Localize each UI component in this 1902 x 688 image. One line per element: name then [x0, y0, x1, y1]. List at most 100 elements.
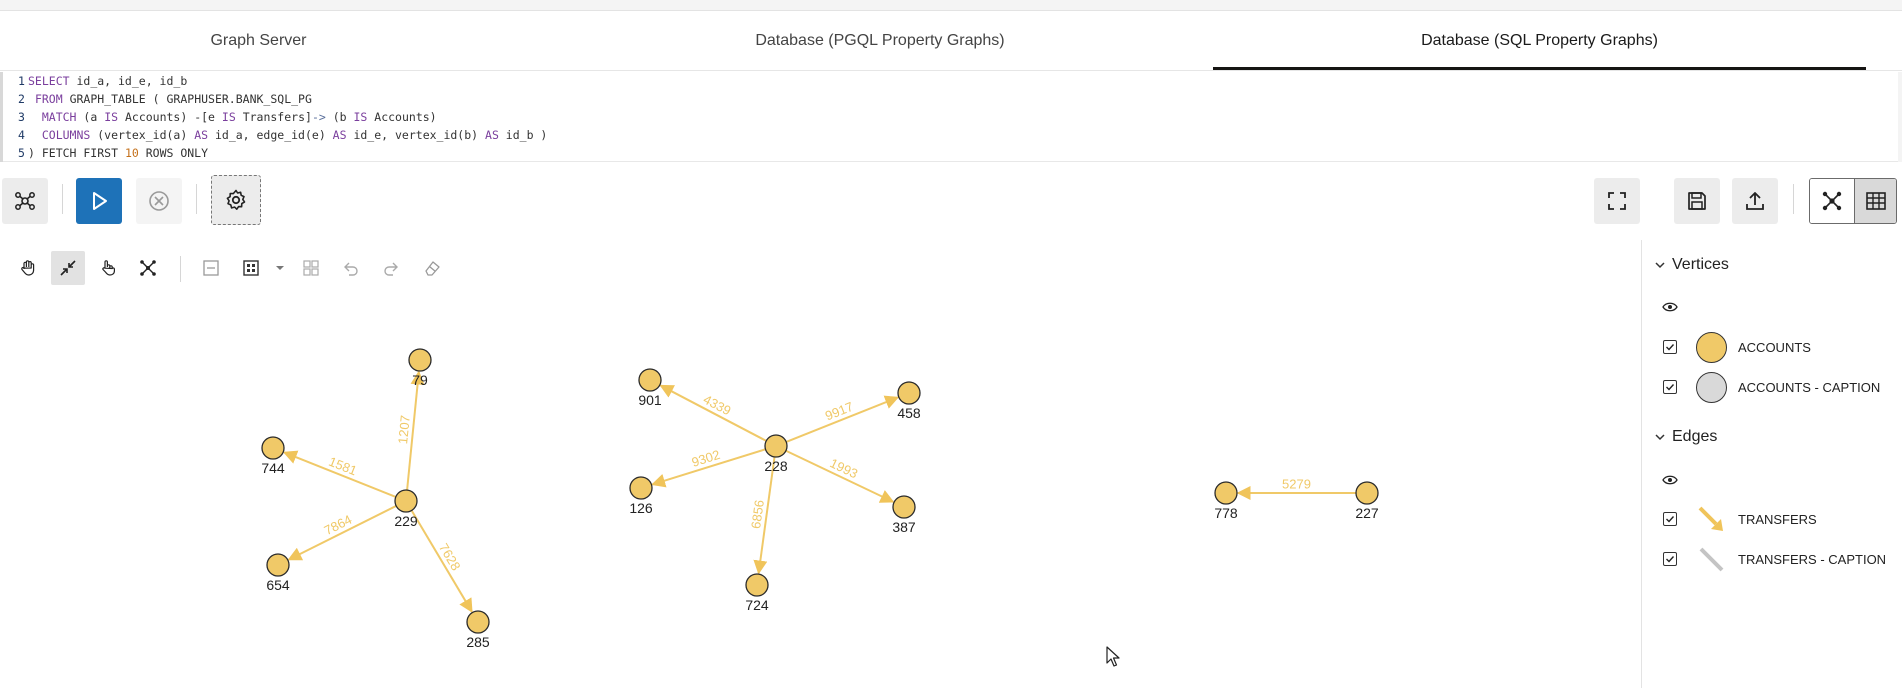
- legend-panel: Vertices ACCOUNTS ACCOUNTS - CAPTION Edg…: [1641, 240, 1902, 688]
- graph-schema-icon: [15, 192, 35, 210]
- eye-icon: [1662, 302, 1678, 312]
- vertex-458[interactable]: [897, 381, 921, 405]
- vertex-label: 387: [892, 519, 916, 535]
- toolbar-divider: [62, 184, 63, 214]
- edge-label: 1207: [395, 414, 413, 444]
- fullscreen-button[interactable]: [1594, 178, 1640, 224]
- vertex-654[interactable]: [266, 553, 290, 577]
- vertex-label: 229: [394, 513, 418, 529]
- toolbar-divider: [196, 184, 197, 214]
- export-button[interactable]: [1732, 178, 1778, 224]
- run-query-button[interactable]: [76, 178, 122, 224]
- tab-pgql-property-graphs[interactable]: Database (PGQL Property Graphs): [630, 11, 1130, 71]
- check-icon: [1666, 384, 1675, 391]
- table-view-button[interactable]: [1854, 179, 1896, 223]
- edges-section-header[interactable]: Edges: [1654, 428, 1717, 446]
- accounts-caption-label: ACCOUNTS - CAPTION: [1738, 379, 1881, 395]
- vertex-label: 228: [764, 458, 788, 474]
- vertex-label: 901: [638, 392, 662, 408]
- vertex-387[interactable]: [892, 495, 916, 519]
- vertex-label: 126: [629, 500, 653, 516]
- vertex-label: 79: [412, 372, 428, 388]
- graph-schema-button[interactable]: [2, 178, 48, 224]
- edges-visibility-toggle[interactable]: [1662, 474, 1678, 486]
- vertex-79[interactable]: [408, 348, 432, 372]
- active-tab-indicator: [1213, 67, 1866, 70]
- view-toggle: [1809, 178, 1897, 224]
- vertex-label: 744: [261, 460, 285, 476]
- legend-item-transfers-caption: TRANSFERS - CAPTION: [1663, 541, 1886, 577]
- vertices-visibility-toggle[interactable]: [1662, 301, 1678, 313]
- check-icon: [1666, 344, 1675, 351]
- accounts-caption-checkbox[interactable]: [1663, 380, 1677, 394]
- vertex-724[interactable]: [745, 573, 769, 597]
- legend-item-accounts-caption: ACCOUNTS - CAPTION: [1663, 369, 1880, 405]
- vertex-228[interactable]: [764, 434, 788, 458]
- code-line-5: 5) FETCH FIRST 10 ROWS ONLY: [18, 146, 209, 160]
- save-button[interactable]: [1674, 178, 1720, 224]
- transfers-caption-label: TRANSFERS - CAPTION: [1738, 551, 1887, 567]
- vertex-285[interactable]: [466, 610, 490, 634]
- query-editor[interactable]: 1 SELECT id_a, id_e, id_b 2 FROM GRAPH_TA…: [0, 72, 1898, 162]
- tab-bar: Graph Server Database (PGQL Property Gra…: [0, 11, 1902, 71]
- vertex-229[interactable]: [394, 489, 418, 513]
- accounts-swatch: [1696, 331, 1727, 363]
- vertex-744[interactable]: [261, 436, 285, 460]
- save-icon: [1688, 192, 1706, 210]
- transfers-caption-swatch: [1699, 547, 1724, 571]
- editor-scrollbar[interactable]: [1898, 72, 1902, 162]
- toolbar-divider: [1793, 184, 1794, 214]
- code-line-1: 1 SELECT id_a, id_e, id_b: [18, 74, 188, 88]
- chevron-down-icon: [1655, 434, 1665, 441]
- edge-label: 6856: [748, 499, 767, 530]
- vertex-label: 778: [1214, 505, 1238, 521]
- edge-label: 9302: [690, 447, 722, 470]
- upload-icon: [1746, 192, 1764, 210]
- vertex-label: 654: [266, 577, 290, 593]
- graph-svg: 12071581786476284339 99179302 199368565279…: [261, 348, 1379, 650]
- chevron-down-icon: [1655, 262, 1665, 269]
- eye-icon: [1662, 475, 1678, 485]
- accounts-checkbox[interactable]: [1663, 340, 1677, 354]
- vertex-label: 458: [897, 405, 921, 421]
- settings-button[interactable]: [211, 175, 261, 225]
- vertex-227[interactable]: [1355, 481, 1379, 505]
- vertex-label: 285: [466, 634, 490, 650]
- transfers-label: TRANSFERS: [1738, 511, 1817, 527]
- edge-label: 9917: [823, 399, 855, 424]
- table-icon: [1865, 192, 1886, 210]
- transfers-caption-checkbox[interactable]: [1663, 552, 1677, 566]
- edges-layer: 12071581786476284339 99179302 199368565279: [282, 370, 1356, 613]
- fullscreen-icon: [1608, 192, 1626, 210]
- code-line-3: 3 MATCH (a IS Accounts) -[e IS Transfers…: [18, 110, 437, 124]
- vertex-778[interactable]: [1214, 481, 1238, 505]
- vertices-section-header[interactable]: Vertices: [1654, 256, 1729, 274]
- code-line-2: 2 FROM GRAPH_TABLE ( GRAPHUSER.BANK_SQL_…: [18, 92, 312, 106]
- vertex-126[interactable]: [629, 476, 653, 500]
- vertex-label: 227: [1355, 505, 1379, 521]
- tab-sql-property-graphs[interactable]: Database (SQL Property Graphs): [1213, 11, 1866, 71]
- vertices-section-label: Vertices: [1672, 256, 1729, 273]
- graph-view-button[interactable]: [1810, 179, 1854, 223]
- play-icon: [93, 192, 107, 210]
- edge-label: 5279: [1282, 476, 1311, 491]
- cancel-icon: [149, 191, 169, 211]
- mouse-cursor-icon: [1106, 646, 1120, 667]
- transfers-checkbox[interactable]: [1663, 512, 1677, 526]
- check-icon: [1666, 516, 1675, 523]
- code-line-4: 4 COLUMNS (vertex_id(a) AS id_a, edge_id…: [18, 128, 548, 142]
- top-band: [0, 0, 1902, 11]
- cancel-query-button[interactable]: [136, 178, 182, 224]
- editor-gutter: [0, 72, 3, 162]
- vertex-901[interactable]: [638, 368, 662, 392]
- legend-item-transfers: TRANSFERS: [1663, 501, 1817, 537]
- graph-view-icon: [1822, 191, 1842, 211]
- edge-229-285[interactable]: [410, 509, 473, 613]
- accounts-label: ACCOUNTS: [1738, 339, 1811, 355]
- edge-label: 1581: [327, 454, 359, 479]
- legend-item-accounts: ACCOUNTS: [1663, 329, 1811, 365]
- tab-graph-server[interactable]: Graph Server: [0, 11, 517, 71]
- check-icon: [1666, 556, 1675, 563]
- nodes-layer: 79 744 229 654 285 901 458 228 126 387 724 778 227: [261, 348, 1379, 650]
- vertex-label: 724: [745, 597, 769, 613]
